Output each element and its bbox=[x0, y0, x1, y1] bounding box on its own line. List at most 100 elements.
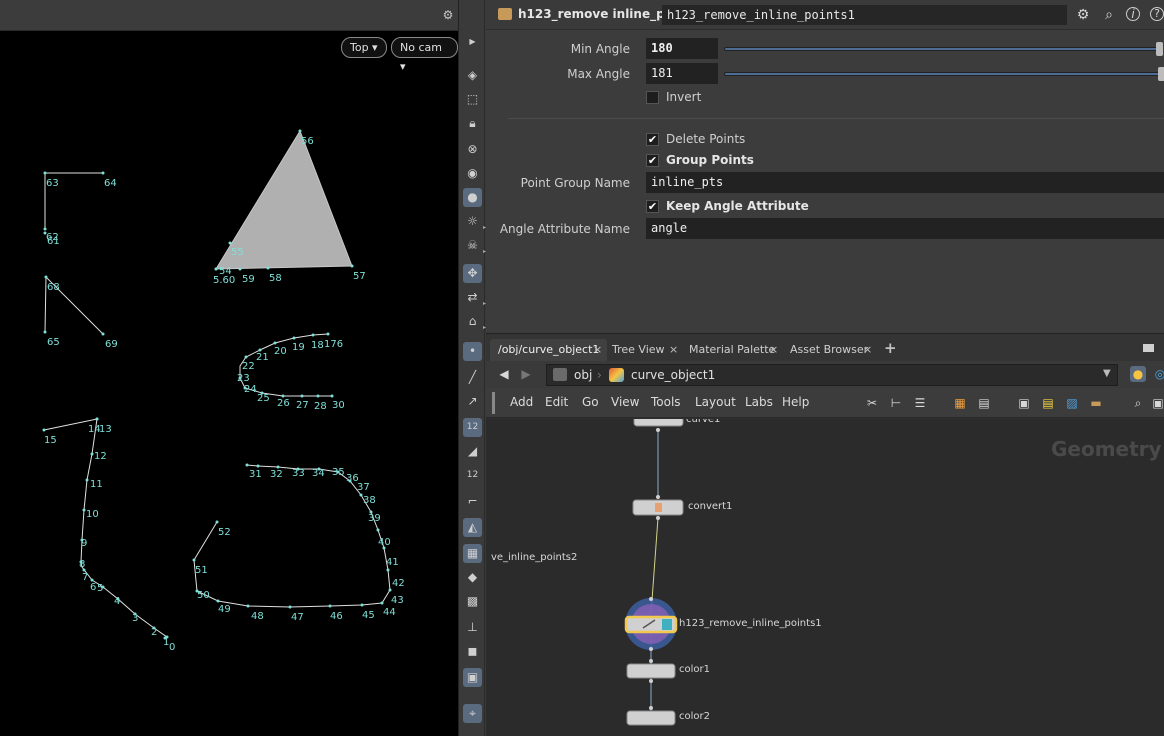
point-dot bbox=[360, 603, 364, 607]
menu-layout[interactable]: Layout bbox=[695, 395, 736, 409]
camera-icon[interactable]: ⌂ ▸ bbox=[463, 312, 486, 331]
shading-icon[interactable]: ◉ bbox=[463, 164, 482, 183]
close-icon[interactable]: × bbox=[669, 343, 678, 356]
camera-pin-icon[interactable]: ⊗ bbox=[463, 140, 482, 159]
delete-points-checkbox[interactable]: ✔ bbox=[646, 133, 659, 146]
path-segment-object[interactable]: curve_object1 bbox=[631, 365, 715, 385]
wrench-icon[interactable]: ✂ bbox=[864, 395, 880, 411]
network-box-icon[interactable]: ▣ bbox=[1016, 395, 1032, 411]
network-canvas[interactable]: Geometry curve1 convert1 ve_inline_point… bbox=[486, 419, 1164, 736]
menu-go[interactable]: Go bbox=[582, 395, 599, 409]
max-angle-field[interactable]: 181 bbox=[646, 63, 718, 84]
prim-number-icon[interactable]: 12 bbox=[463, 466, 482, 485]
uv-display-icon[interactable]: ◭ bbox=[463, 518, 482, 537]
grid-view-icon[interactable]: ▦ bbox=[952, 395, 968, 411]
display-options-icon[interactable]: ⚙ bbox=[440, 7, 456, 23]
point-number-label: 47 bbox=[291, 612, 304, 623]
snap-icon[interactable]: ✥ bbox=[463, 264, 482, 283]
menu-help[interactable]: Help bbox=[782, 395, 809, 409]
bulb-icon[interactable]: ☼ ▸ bbox=[463, 212, 486, 231]
angle-attr-name-field[interactable]: angle bbox=[646, 218, 1164, 239]
node-name-input[interactable]: h123_remove_inline_points1 bbox=[662, 5, 1067, 25]
light-icon[interactable]: ● bbox=[463, 188, 482, 207]
grid-icon[interactable]: ◆ bbox=[463, 568, 482, 587]
checker-icon[interactable]: ▦ bbox=[463, 544, 482, 563]
background-icon[interactable]: ▨ bbox=[1064, 395, 1080, 411]
invert-checkbox[interactable] bbox=[646, 91, 659, 104]
select-mode-icon[interactable]: ◈ bbox=[463, 66, 482, 85]
point-number-label: 42 bbox=[392, 578, 405, 589]
forward-arrow-icon[interactable]: ▶ bbox=[518, 366, 534, 382]
point-number-label: 9 bbox=[81, 538, 87, 549]
point-number-label: 28 bbox=[314, 401, 327, 412]
search-icon[interactable]: ⌕ bbox=[1130, 395, 1146, 411]
keep-angle-checkbox[interactable]: ✔ bbox=[646, 200, 659, 213]
stop-icon[interactable]: ◼ bbox=[463, 642, 482, 661]
chevron-down-icon[interactable]: ▼ bbox=[1103, 368, 1111, 379]
list-icon[interactable]: ☰ bbox=[912, 395, 928, 411]
group-points-checkbox[interactable]: ✔ bbox=[646, 154, 659, 167]
path-separator-icon: › bbox=[597, 368, 602, 382]
min-angle-slider[interactable] bbox=[724, 47, 1160, 51]
skull-icon[interactable]: ☠ ▸ bbox=[463, 236, 486, 255]
maximize-pane-icon[interactable] bbox=[1143, 344, 1154, 352]
max-angle-slider[interactable] bbox=[724, 72, 1160, 76]
background-image-icon[interactable]: ▣ bbox=[463, 668, 482, 687]
texture-icon[interactable]: ▩ bbox=[463, 592, 482, 611]
scene-viewport[interactable]: ⚙ ? Top ▾ No cam ▾ 5655545.6059585763646… bbox=[0, 0, 476, 736]
point-number-label: 56 bbox=[301, 136, 314, 147]
add-tab-icon[interactable]: + bbox=[884, 339, 897, 357]
min-angle-slider-handle[interactable] bbox=[1156, 42, 1163, 56]
point-dot bbox=[292, 336, 296, 340]
close-icon[interactable]: × bbox=[593, 343, 602, 356]
info-icon[interactable]: i bbox=[1126, 7, 1140, 21]
tree-icon[interactable]: ⊢ bbox=[888, 395, 904, 411]
snapshot-icon[interactable]: ▣ bbox=[1150, 395, 1164, 411]
lock-icon[interactable]: 🔒︎ bbox=[463, 114, 482, 133]
axis-icon[interactable]: ⊥ bbox=[463, 618, 482, 637]
prim-normal-icon[interactable]: ◢ bbox=[463, 442, 482, 461]
point-display-icon[interactable]: • bbox=[463, 342, 482, 361]
search-icon[interactable]: ⌕ bbox=[1100, 6, 1118, 24]
max-angle-slider-handle[interactable] bbox=[1158, 67, 1164, 81]
menu-edit[interactable]: Edit bbox=[545, 395, 568, 409]
min-angle-field[interactable]: 180 bbox=[646, 38, 718, 59]
scroll-handle[interactable] bbox=[492, 392, 495, 414]
pin-icon[interactable]: ⌖ bbox=[463, 704, 482, 723]
vector-display-icon[interactable]: ↗ bbox=[463, 392, 482, 411]
viewport-shelf: ▶ ◈ ⬚ 🔒︎ ⊗ ◉ ● ☼ ▸ ☠ ▸ ✥ ⇄ ▸ ⌂ ▸ • ╱ ↗ 12 ◢ … bbox=[458, 0, 486, 736]
point-dot bbox=[85, 478, 89, 482]
point-number-label: 19 bbox=[292, 342, 305, 353]
menu-labs[interactable]: Labs bbox=[745, 395, 773, 409]
parameter-header: h123_remove inline_points h123_remove_in… bbox=[486, 0, 1164, 30]
details-view-icon[interactable]: ▤ bbox=[976, 395, 992, 411]
tab-tree-view[interactable]: Tree View bbox=[604, 339, 673, 362]
help-icon[interactable]: ? bbox=[1150, 7, 1164, 21]
point-number-label: 61 bbox=[47, 236, 60, 247]
transform-icon[interactable]: ⇄ ▸ bbox=[463, 288, 486, 307]
collapse-arrow-icon[interactable]: ▶ bbox=[463, 32, 482, 51]
pin-pane-icon[interactable]: ● bbox=[1130, 366, 1146, 382]
point-dot bbox=[43, 171, 47, 175]
chest-icon[interactable]: ▬ bbox=[1088, 395, 1104, 411]
handle-icon[interactable]: ⬚ bbox=[463, 90, 482, 109]
close-icon[interactable]: × bbox=[769, 343, 778, 356]
point-group-name-field[interactable]: inline_pts bbox=[646, 172, 1164, 193]
tab-network[interactable]: /obj/curve_object1 bbox=[490, 339, 608, 362]
link-pane-icon[interactable]: ◎ bbox=[1152, 366, 1164, 382]
path-segment-obj[interactable]: obj bbox=[574, 365, 592, 385]
menu-add[interactable]: Add bbox=[510, 395, 533, 409]
point-number-icon[interactable]: 12 bbox=[463, 418, 482, 437]
edge-display-icon[interactable]: ⌐ bbox=[463, 492, 482, 511]
node-remove-inline-points bbox=[624, 597, 678, 651]
close-icon[interactable]: × bbox=[863, 343, 872, 356]
menu-view[interactable]: View bbox=[611, 395, 639, 409]
sticky-note-icon[interactable]: ▤ bbox=[1040, 395, 1056, 411]
point-number-label: 5 bbox=[97, 583, 103, 594]
menu-tools[interactable]: Tools bbox=[651, 395, 681, 409]
tab-material-palette[interactable]: Material Palette bbox=[681, 339, 783, 362]
gear-icon[interactable]: ⚙ bbox=[1074, 6, 1092, 24]
normal-display-icon[interactable]: ╱ bbox=[463, 368, 482, 387]
back-arrow-icon[interactable]: ◀ bbox=[496, 366, 512, 382]
point-dot bbox=[256, 464, 260, 468]
